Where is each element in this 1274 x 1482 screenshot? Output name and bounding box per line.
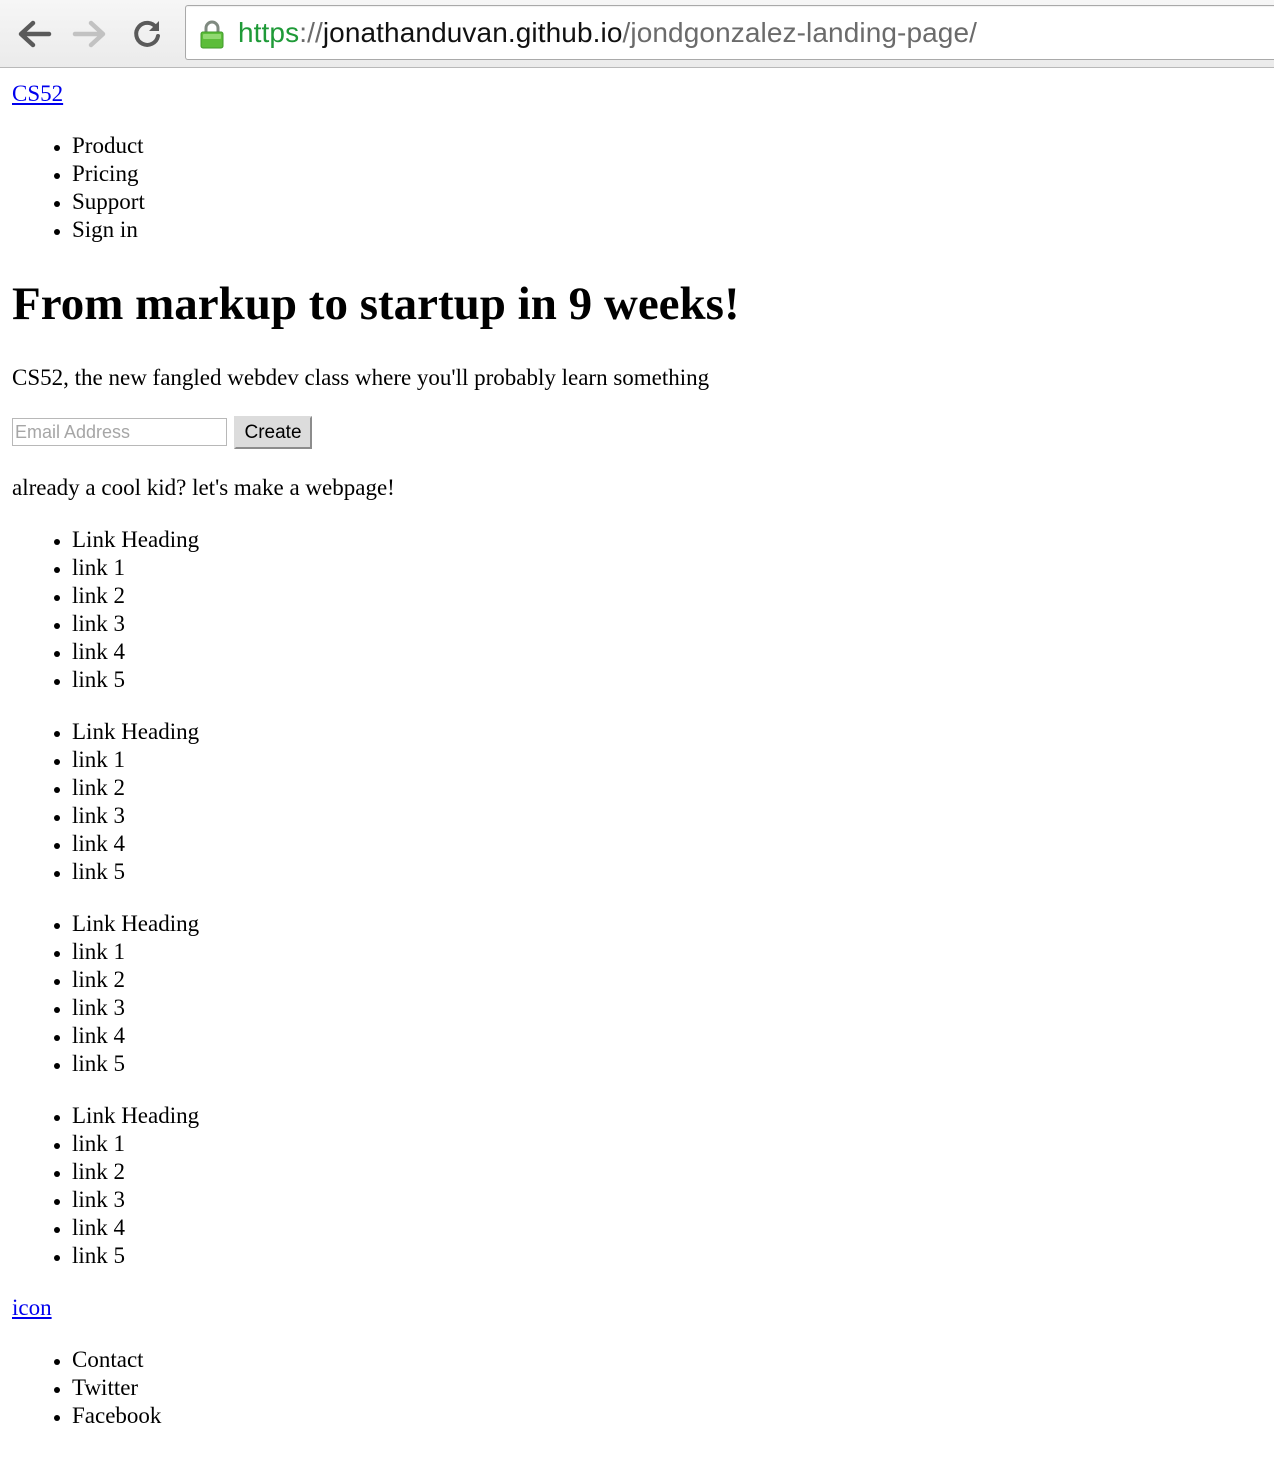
link-heading: Link Heading — [72, 526, 199, 554]
footer-item-facebook: Facebook — [72, 1402, 161, 1430]
list-item: link 4 — [72, 638, 199, 666]
url-scheme: https — [238, 17, 300, 48]
lock-icon — [200, 20, 224, 49]
browser-toolbar: https://jonathanduvan.github.io/jondgonz… — [0, 0, 1274, 68]
list-item: link 1 — [72, 746, 199, 774]
list-item: link 4 — [72, 1022, 199, 1050]
list-item: link 3 — [72, 994, 199, 1022]
nav-item-support: Support — [72, 188, 145, 216]
back-button[interactable] — [14, 14, 54, 54]
footer-nav: Contact Twitter Facebook — [12, 1346, 161, 1430]
list-item: link 1 — [72, 554, 199, 582]
list-item: link 2 — [72, 1158, 199, 1186]
cool-kid-text: already a cool kid? let's make a webpage… — [12, 475, 395, 500]
link-heading: Link Heading — [72, 910, 199, 938]
nav-item-sign-in: Sign in — [72, 216, 145, 244]
footer-item-contact: Contact — [72, 1346, 161, 1374]
page-title: From markup to startup in 9 weeks! — [12, 278, 740, 330]
url-path: /jondgonzalez-landing-page/ — [622, 17, 978, 48]
create-button[interactable]: Create — [234, 416, 312, 449]
list-item: link 3 — [72, 1186, 199, 1214]
list-item: link 2 — [72, 966, 199, 994]
list-item: link 4 — [72, 1214, 199, 1242]
list-item: link 1 — [72, 938, 199, 966]
back-arrow-icon — [18, 20, 52, 48]
url-host: jonathanduvan.github.io — [322, 17, 623, 48]
email-field[interactable] — [12, 418, 227, 446]
nav-item-product: Product — [72, 132, 145, 160]
list-item: link 5 — [72, 1050, 199, 1078]
url-separator: :// — [299, 17, 323, 48]
list-item: link 2 — [72, 774, 199, 802]
top-nav: Product Pricing Support Sign in — [12, 132, 145, 244]
url-text: https://jonathanduvan.github.io/jondgonz… — [238, 16, 977, 50]
link-heading: Link Heading — [72, 718, 199, 746]
list-item: link 1 — [72, 1130, 199, 1158]
list-item: link 3 — [72, 802, 199, 830]
link-column-2: Link Heading link 1 link 2 link 3 link 4… — [12, 718, 199, 886]
list-item: link 2 — [72, 582, 199, 610]
list-item: link 4 — [72, 830, 199, 858]
reload-button[interactable] — [127, 14, 167, 54]
forward-button[interactable] — [70, 14, 110, 54]
footer-icon-link[interactable]: icon — [12, 1294, 52, 1322]
link-heading: Link Heading — [72, 1102, 199, 1130]
list-item: link 5 — [72, 858, 199, 886]
nav-item-pricing: Pricing — [72, 160, 145, 188]
link-column-4: Link Heading link 1 link 2 link 3 link 4… — [12, 1102, 199, 1270]
footer-item-twitter: Twitter — [72, 1374, 161, 1402]
forward-arrow-icon — [72, 20, 106, 48]
list-item: link 5 — [72, 1242, 199, 1270]
hero-subtitle: CS52, the new fangled webdev class where… — [12, 365, 710, 390]
address-bar[interactable]: https://jonathanduvan.github.io/jondgonz… — [185, 5, 1274, 60]
reload-icon — [134, 20, 160, 47]
link-column-1: Link Heading link 1 link 2 link 3 link 4… — [12, 526, 199, 694]
list-item: link 3 — [72, 610, 199, 638]
brand-link[interactable]: CS52 — [12, 80, 63, 108]
link-column-3: Link Heading link 1 link 2 link 3 link 4… — [12, 910, 199, 1078]
list-item: link 5 — [72, 666, 199, 694]
